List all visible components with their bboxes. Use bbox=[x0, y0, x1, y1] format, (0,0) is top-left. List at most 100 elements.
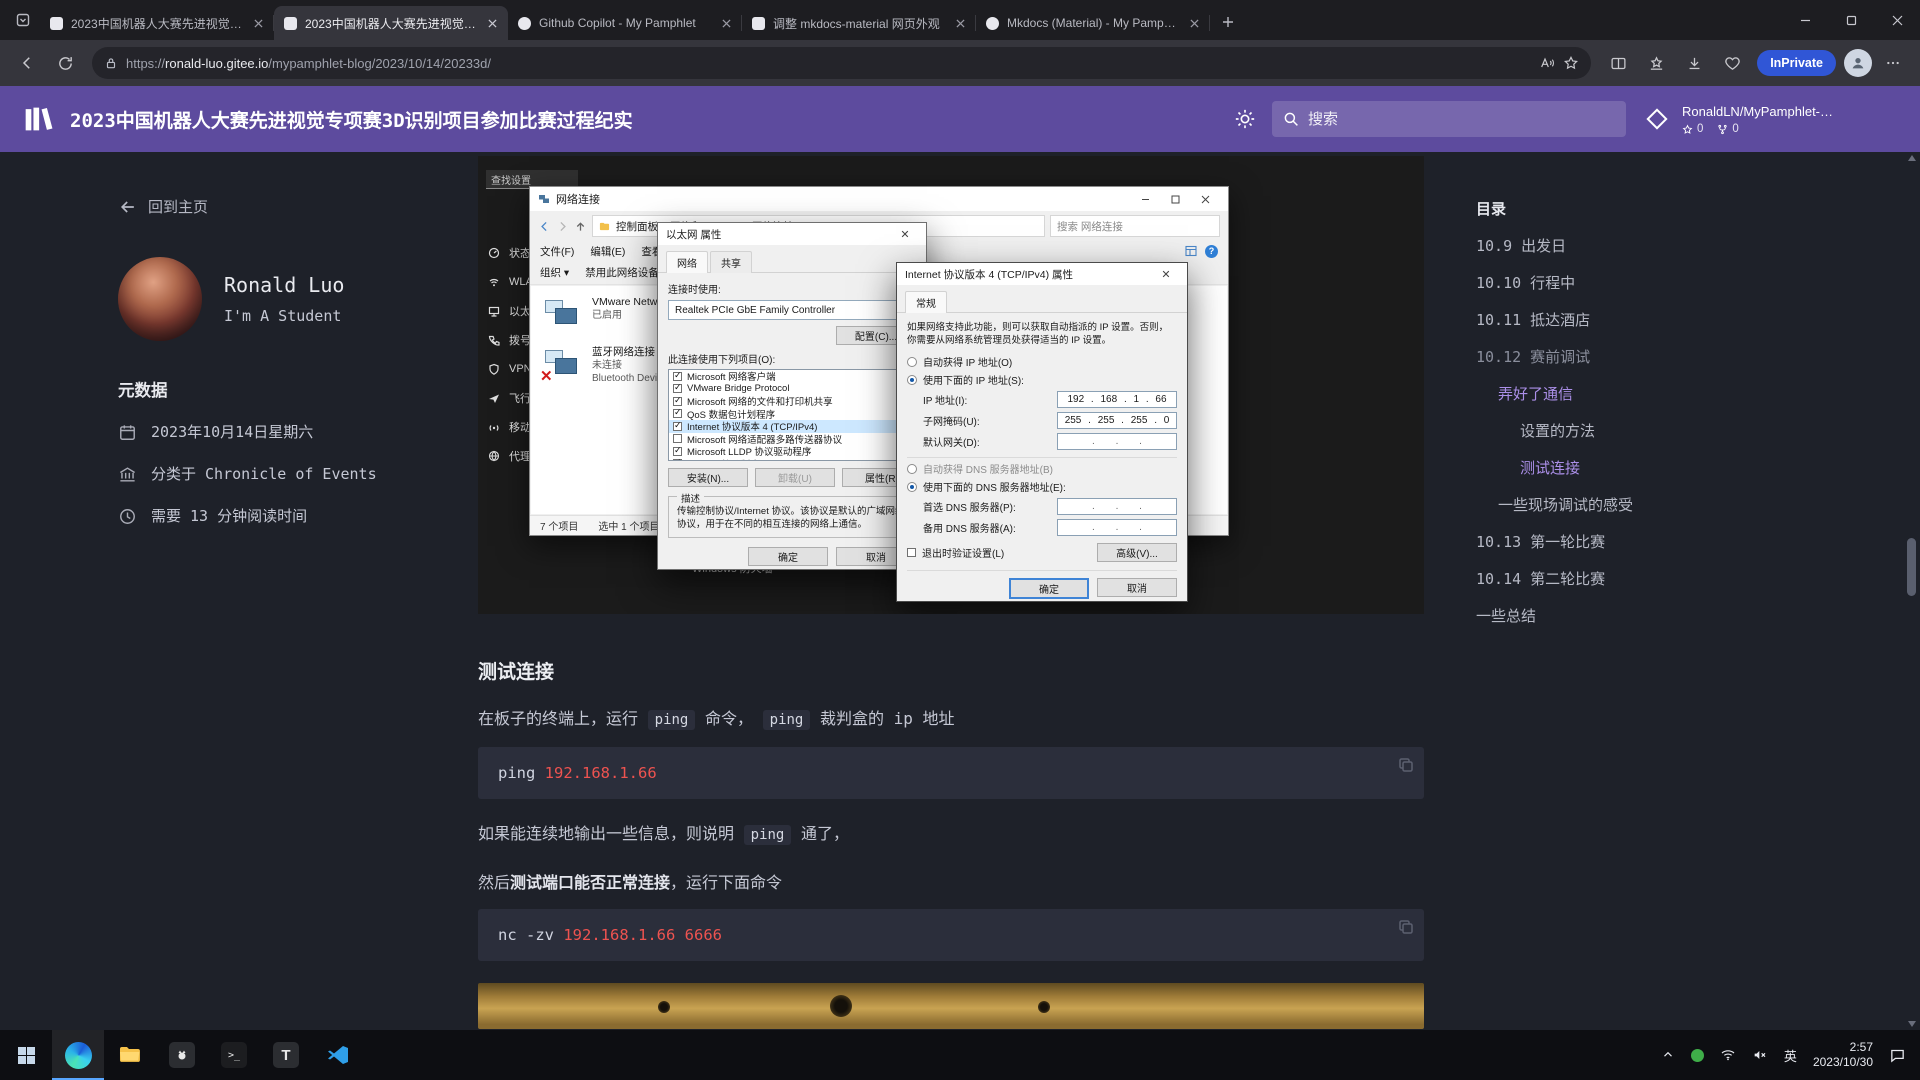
taskbar-clock[interactable]: 2:57 2023/10/30 bbox=[1813, 1040, 1873, 1070]
repo-link[interactable]: RonaldLN/MyPamphlet-… 0 0 bbox=[1642, 103, 1894, 135]
toc-item[interactable]: 一些总结 bbox=[1476, 606, 1806, 626]
toc-item[interactable]: 10.11 抵达酒店 bbox=[1476, 310, 1806, 330]
search-input[interactable] bbox=[1308, 111, 1616, 128]
split-screen-button[interactable] bbox=[1601, 46, 1635, 80]
tab-actions-button[interactable] bbox=[8, 5, 38, 35]
toc-item[interactable]: 设置的方法 bbox=[1476, 421, 1806, 441]
list-item[interactable]: VMware Bridge Protocol bbox=[669, 383, 915, 396]
inprivate-badge[interactable]: InPrivate bbox=[1757, 50, 1836, 76]
browser-essentials-button[interactable] bbox=[1715, 46, 1749, 80]
nav-forward-icon[interactable] bbox=[556, 220, 569, 233]
explorer-close-button[interactable] bbox=[1190, 188, 1220, 210]
window-maximize-button[interactable] bbox=[1828, 0, 1874, 40]
favorite-star-icon[interactable] bbox=[1563, 55, 1579, 71]
cancel-button[interactable]: 取消 bbox=[1097, 578, 1177, 597]
scrollbar-thumb[interactable] bbox=[1907, 538, 1916, 596]
address-bar[interactable]: https://ronald-luo.gitee.io/mypamphlet-b… bbox=[92, 47, 1591, 79]
checkbox-checked[interactable] bbox=[673, 384, 682, 393]
gateway-field[interactable]: . . . bbox=[1057, 433, 1177, 450]
explorer-maximize-button[interactable] bbox=[1160, 188, 1190, 210]
site-logo-icon[interactable] bbox=[20, 102, 54, 136]
layout-icon[interactable] bbox=[1185, 245, 1197, 257]
browser-tab-2-active[interactable]: 2023中国机器人大赛先进视觉专项赛3D识别项目参加比赛过程纪实 bbox=[274, 6, 508, 40]
taskbar-vscode-button[interactable] bbox=[312, 1030, 364, 1080]
tray-green-status-icon[interactable] bbox=[1691, 1049, 1704, 1062]
downloads-button[interactable] bbox=[1677, 46, 1711, 80]
alternate-dns-field[interactable]: . . . bbox=[1057, 519, 1177, 536]
tray-chevron-up-icon[interactable] bbox=[1661, 1048, 1675, 1062]
list-item[interactable]: Microsoft LLDP 协议驱动程序 bbox=[669, 445, 915, 458]
toc-item[interactable]: 10.9 出发日 bbox=[1476, 236, 1806, 256]
dialog-close-icon[interactable]: ✕ bbox=[892, 228, 918, 241]
tab-general[interactable]: 常规 bbox=[905, 291, 947, 313]
checkbox-checked[interactable] bbox=[673, 372, 682, 381]
ime-indicator[interactable]: 英 bbox=[1784, 1046, 1797, 1065]
tray-network-icon[interactable] bbox=[1720, 1047, 1736, 1063]
tab-close-icon[interactable] bbox=[484, 15, 500, 31]
toc-item[interactable]: 10.10 行程中 bbox=[1476, 273, 1806, 293]
favorites-bar-button[interactable] bbox=[1639, 46, 1673, 80]
taskbar-typora-button[interactable]: T bbox=[260, 1030, 312, 1080]
browser-tab-4[interactable]: 调整 mkdocs-material 网页外观 bbox=[742, 6, 976, 40]
refresh-button[interactable] bbox=[48, 46, 82, 80]
page-scrollbar[interactable] bbox=[1905, 152, 1918, 1030]
tab-close-icon[interactable] bbox=[952, 15, 968, 31]
checkbox-checked[interactable] bbox=[673, 459, 682, 461]
tab-sharing[interactable]: 共享 bbox=[710, 251, 752, 273]
list-item[interactable]: Microsoft 网络客户端 bbox=[669, 370, 915, 383]
toc-item[interactable]: 10.12 赛前调试 bbox=[1476, 347, 1806, 367]
window-close-button[interactable] bbox=[1874, 0, 1920, 40]
toc-item[interactable]: 10.14 第二轮比赛 bbox=[1476, 569, 1806, 589]
copy-code-button[interactable] bbox=[1397, 756, 1415, 777]
ip-address-field[interactable]: 192 . 168 . 1 . 66 bbox=[1057, 391, 1177, 408]
tray-volume-muted-icon[interactable] bbox=[1752, 1047, 1768, 1063]
checkbox-checked[interactable] bbox=[673, 397, 682, 406]
uninstall-button[interactable]: 卸载(U) bbox=[755, 468, 835, 487]
list-item-selected[interactable]: Internet 协议版本 4 (TCP/IPv4) bbox=[669, 420, 915, 433]
read-aloud-icon[interactable] bbox=[1539, 55, 1555, 71]
list-item[interactable]: Microsoft 网络适配器多路传送器协议 bbox=[669, 433, 915, 446]
organize-button[interactable]: 组织 ▾ bbox=[540, 265, 569, 280]
list-item[interactable]: QoS 数据包计划程序 bbox=[669, 408, 915, 421]
list-item[interactable]: Internet 协议版本 6 (TCP/IPv6) bbox=[669, 458, 915, 462]
explorer-minimize-button[interactable] bbox=[1130, 188, 1160, 210]
notification-center-icon[interactable] bbox=[1889, 1047, 1906, 1064]
theme-toggle-icon[interactable] bbox=[1234, 108, 1256, 130]
radio-auto-dns[interactable]: 自动获得 DNS 服务器地址(B) bbox=[907, 461, 1177, 476]
radio-manual-dns[interactable]: 使用下面的 DNS 服务器地址(E): bbox=[907, 479, 1177, 494]
tab-close-icon[interactable] bbox=[1186, 15, 1202, 31]
scroll-down-icon[interactable] bbox=[1908, 1021, 1916, 1027]
explorer-search-input[interactable]: 搜索 网络连接 bbox=[1050, 215, 1220, 237]
nav-up-icon[interactable] bbox=[574, 220, 587, 233]
tab-close-icon[interactable] bbox=[250, 15, 266, 31]
list-item[interactable]: Microsoft 网络的文件和打印机共享 bbox=[669, 395, 915, 408]
toc-item[interactable]: 弄好了通信 bbox=[1476, 384, 1806, 404]
taskbar-explorer-button[interactable] bbox=[104, 1030, 156, 1080]
install-button[interactable]: 安装(N)... bbox=[668, 468, 748, 487]
advanced-button[interactable]: 高级(V)... bbox=[1097, 543, 1177, 562]
back-button[interactable] bbox=[10, 46, 44, 80]
checkbox-checked[interactable] bbox=[673, 447, 682, 456]
taskbar-console-button[interactable]: >_ bbox=[208, 1030, 260, 1080]
browser-tab-1[interactable]: 2023中国机器人大赛先进视觉专项赛3D识别项目参加比赛过程纪实 bbox=[40, 6, 274, 40]
checkbox-unchecked[interactable] bbox=[673, 434, 682, 443]
start-button[interactable] bbox=[0, 1030, 52, 1080]
window-minimize-button[interactable] bbox=[1782, 0, 1828, 40]
settings-dots-button[interactable] bbox=[1876, 46, 1910, 80]
browser-tab-5[interactable]: Mkdocs (Material) - My Pamphlet bbox=[976, 6, 1210, 40]
taskbar-edge-button[interactable] bbox=[52, 1030, 104, 1080]
site-search[interactable] bbox=[1272, 101, 1626, 137]
taskbar-app3-button[interactable] bbox=[156, 1030, 208, 1080]
nav-back-icon[interactable] bbox=[538, 220, 551, 233]
profile-avatar[interactable] bbox=[1844, 49, 1872, 77]
menu-file[interactable]: 文件(F) bbox=[540, 244, 574, 259]
subnet-mask-field[interactable]: 255 . 255 . 255 . 0 bbox=[1057, 412, 1177, 429]
tab-close-icon[interactable] bbox=[718, 15, 734, 31]
disable-device-button[interactable]: 禁用此网络设备 bbox=[585, 265, 659, 280]
preferred-dns-field[interactable]: . . . bbox=[1057, 498, 1177, 515]
ok-button[interactable]: 确定 bbox=[1009, 578, 1089, 599]
ok-button[interactable]: 确定 bbox=[748, 547, 828, 566]
toc-item[interactable]: 10.13 第一轮比赛 bbox=[1476, 532, 1806, 552]
checkbox-checked[interactable] bbox=[673, 422, 682, 431]
checkbox-checked[interactable] bbox=[673, 409, 682, 418]
